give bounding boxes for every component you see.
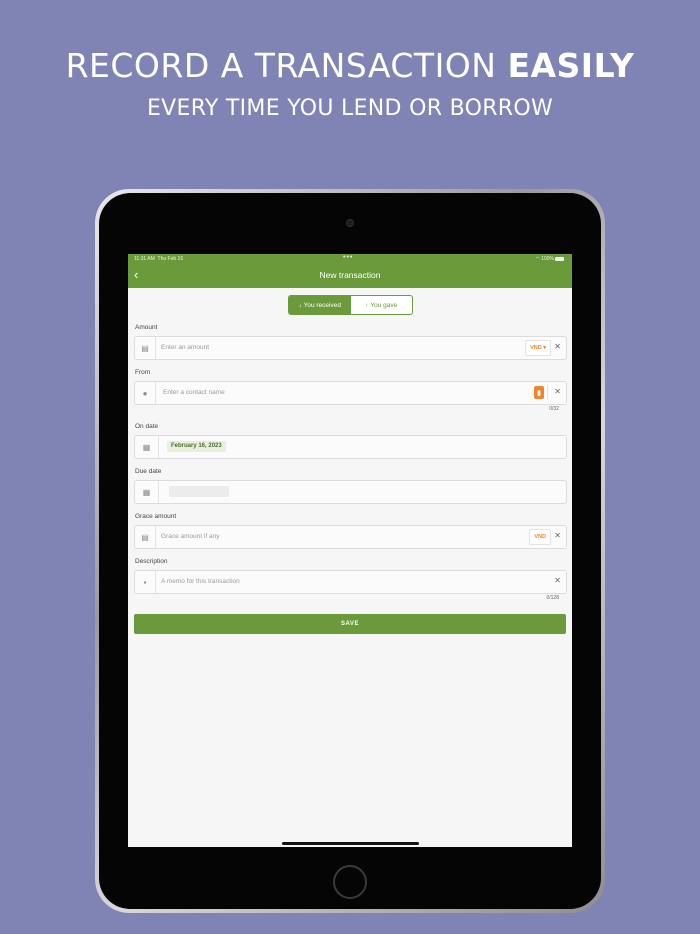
description-placeholder: A memo for this transaction — [161, 578, 240, 585]
grace-amount-field[interactable]: ▤ Grace amount if any VND ✕ — [134, 525, 567, 549]
home-button[interactable] — [333, 865, 367, 899]
field-divider — [547, 385, 548, 400]
wifi-icon: ◠ — [535, 256, 540, 262]
status-bar: 11:31 AM Thu Feb 16 ••• ◠ 100% — [128, 254, 572, 264]
front-camera — [346, 219, 354, 227]
contacts-book-icon[interactable]: ▮ — [534, 386, 544, 399]
grace-currency-button[interactable]: VND — [529, 529, 551, 545]
on-date-label: On date — [135, 423, 159, 430]
amount-field[interactable]: ▤ Enter an amount VND ▾ ✕ — [134, 336, 567, 360]
arrow-down-icon: ↓ — [298, 301, 302, 309]
multitasking-dots-icon: ••• — [343, 254, 354, 261]
amount-placeholder: Enter an amount — [161, 344, 210, 351]
currency-dropdown[interactable]: VND ▾ — [525, 340, 551, 356]
clear-grace-amount-icon[interactable]: ✕ — [554, 531, 561, 540]
description-char-counter: 0/128 — [546, 595, 559, 601]
calendar-icon: ▦ — [135, 436, 159, 458]
direction-toggle: ↓ You received ↑ You gave — [288, 295, 413, 315]
promo-headline-text: RECORD A TRANSACTION — [65, 46, 508, 85]
page-title: New transaction — [319, 270, 381, 280]
contact-field[interactable]: ● Enter a contact name ▮ ✕ — [134, 381, 567, 405]
clear-amount-icon[interactable]: ✕ — [554, 342, 561, 351]
save-button[interactable]: SAVE — [134, 614, 566, 634]
contact-placeholder: Enter a contact name — [163, 389, 225, 396]
promo-subheadline: EVERY TIME YOU LEND OR BORROW — [146, 96, 554, 121]
status-time: 11:31 AM Thu Feb 16 — [134, 256, 184, 262]
grace-amount-placeholder: Grace amount if any — [161, 533, 220, 540]
contact-char-counter: 0/32 — [549, 406, 559, 412]
description-label: Description — [135, 558, 168, 565]
grace-amount-label: Grace amount — [135, 513, 177, 520]
home-indicator[interactable] — [282, 842, 419, 845]
amount-label: Amount — [135, 324, 158, 331]
clear-description-icon[interactable]: ✕ — [554, 576, 561, 585]
money-icon: ▤ — [135, 526, 156, 548]
on-date-field[interactable]: ▦ February 16, 2023 — [134, 435, 567, 459]
description-field[interactable]: ▪ A memo for this transaction ✕ — [134, 570, 567, 594]
due-date-empty-value — [169, 486, 229, 497]
app-screen: 11:31 AM Thu Feb 16 ••• ◠ 100% ‹ New tra… — [128, 254, 572, 847]
promo-headline-emphasis: EASILY — [507, 46, 635, 85]
person-icon: ● — [135, 382, 156, 404]
calendar-icon: ▦ — [135, 481, 159, 503]
promo-headline: RECORD A TRANSACTION EASILY — [0, 46, 700, 85]
nav-bar: ‹ New transaction — [128, 264, 572, 288]
battery-icon — [555, 257, 564, 261]
tab-you-gave[interactable]: ↑ You gave — [351, 296, 413, 314]
clear-contact-icon[interactable]: ✕ — [554, 387, 561, 396]
status-right: ◠ 100% — [535, 256, 564, 262]
note-icon: ▪ — [135, 571, 156, 593]
from-label: From — [135, 369, 151, 376]
due-date-field[interactable]: ▦ — [134, 480, 567, 504]
arrow-up-icon: ↑ — [365, 301, 369, 309]
money-icon: ▤ — [135, 337, 156, 359]
tab-you-received[interactable]: ↓ You received — [289, 296, 351, 314]
due-date-label: Due date — [135, 468, 162, 475]
on-date-value: February 16, 2023 — [167, 441, 226, 452]
